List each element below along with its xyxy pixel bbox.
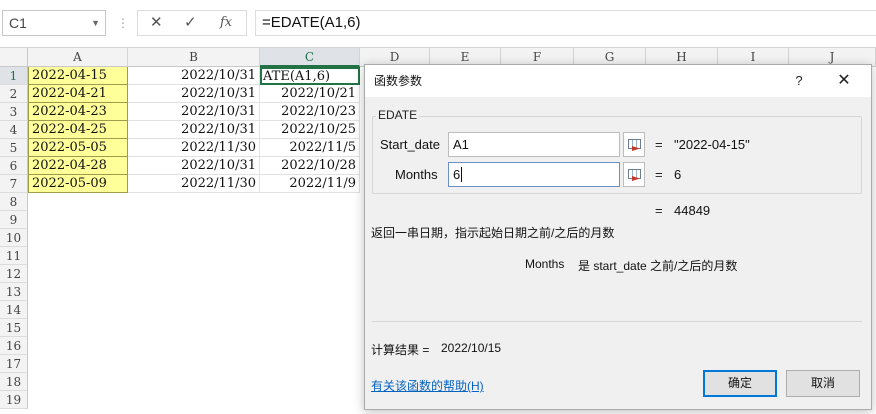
row-header-15[interactable]: 15	[0, 319, 28, 337]
function-description: 返回一串日期，指示起始日期之前/之后的月数	[371, 226, 615, 240]
dialog-titlebar[interactable]: 函数参数 ? ✕	[365, 65, 871, 97]
name-box[interactable]: C1 ▼	[2, 10, 106, 36]
cell-c5[interactable]: 2022/11/5	[260, 139, 360, 157]
cell-a5[interactable]: 2022-05-05	[28, 139, 128, 157]
start-date-input[interactable]: A1	[448, 132, 620, 157]
insert-function-icon[interactable]: fx	[220, 11, 232, 35]
cell-b1[interactable]: 2022/10/31	[128, 67, 260, 85]
cell-a6[interactable]: 2022-04-28	[28, 157, 128, 175]
column-header-b[interactable]: B	[128, 48, 260, 67]
cell-b4[interactable]: 2022/10/31	[128, 121, 260, 139]
row-header-17[interactable]: 17	[0, 355, 28, 373]
close-icon[interactable]: ✕	[833, 65, 855, 97]
cell-b6[interactable]: 2022/10/31	[128, 157, 260, 175]
cell-b5[interactable]: 2022/11/30	[128, 139, 260, 157]
calc-result-label: 计算结果 =	[371, 343, 430, 357]
row-header-6[interactable]: 6	[0, 157, 28, 175]
row-header-12[interactable]: 12	[0, 265, 28, 283]
row-header-9[interactable]: 9	[0, 211, 28, 229]
cancel-icon[interactable]: ✕	[150, 11, 163, 35]
row-header-3[interactable]: 3	[0, 103, 28, 121]
arg-label-months: Months	[395, 167, 438, 182]
row-header-10[interactable]: 10	[0, 229, 28, 247]
row-header-13[interactable]: 13	[0, 283, 28, 301]
arg-label-start-date: Start_date	[380, 137, 440, 152]
dialog-title: 函数参数	[374, 74, 423, 88]
row-header-19[interactable]: 19	[0, 391, 28, 409]
formula-input[interactable]: =EDATE(A1,6)	[255, 10, 876, 36]
text-caret	[461, 167, 463, 182]
cell-a7[interactable]: 2022-05-09	[28, 175, 128, 193]
row-header-5[interactable]: 5	[0, 139, 28, 157]
row-header-4[interactable]: 4	[0, 121, 28, 139]
cancel-button[interactable]: 取消	[786, 370, 860, 397]
formula-buttons: ✕ ✓ fx	[137, 10, 247, 36]
column-header-c[interactable]: C	[260, 48, 360, 67]
check-icon[interactable]: ✓	[184, 11, 197, 35]
overall-equals: =	[655, 203, 663, 218]
formula-bar: C1 ▼ ⋮ ✕ ✓ fx =EDATE(A1,6)	[0, 0, 876, 48]
cell-c7[interactable]: 2022/11/9	[260, 175, 360, 193]
cell-c3[interactable]: 2022/10/23	[260, 103, 360, 121]
ok-button[interactable]: 确定	[703, 370, 777, 397]
cell-c4[interactable]: 2022/10/25	[260, 121, 360, 139]
start-date-result: "2022-04-15"	[674, 137, 750, 152]
cell-a4[interactable]: 2022-04-25	[28, 121, 128, 139]
divider	[372, 321, 862, 322]
arg-help-name: Months	[525, 257, 565, 271]
calc-result-value: 2022/10/15	[441, 341, 502, 355]
drag-handle-icon[interactable]: ⋮	[117, 10, 129, 36]
collapse-range-button[interactable]	[623, 162, 645, 187]
months-value: 6	[453, 167, 461, 182]
overall-result: 44849	[674, 203, 711, 218]
row-header-7[interactable]: 7	[0, 175, 28, 193]
row-header-18[interactable]: 18	[0, 373, 28, 391]
cell-a1[interactable]: 2022-04-15	[28, 67, 128, 85]
cell-b2[interactable]: 2022/10/31	[128, 85, 260, 103]
cell-b3[interactable]: 2022/10/31	[128, 103, 260, 121]
function-help-link[interactable]: 有关该函数的帮助(H)	[371, 377, 484, 394]
row-header-1[interactable]: 1	[0, 67, 28, 85]
arg-equals: =	[655, 167, 663, 182]
column-header-a[interactable]: A	[28, 48, 128, 67]
arg-equals: =	[655, 137, 663, 152]
cell-b7[interactable]: 2022/11/30	[128, 175, 260, 193]
collapse-range-button[interactable]	[623, 132, 645, 157]
chevron-down-icon[interactable]: ▼	[91, 11, 100, 35]
cell-c2[interactable]: 2022/10/21	[260, 85, 360, 103]
row-header-8[interactable]: 8	[0, 193, 28, 211]
months-input[interactable]: 6	[448, 162, 620, 187]
row-header-2[interactable]: 2	[0, 85, 28, 103]
name-box-value: C1	[9, 15, 27, 31]
cell-a2[interactable]: 2022-04-21	[28, 85, 128, 103]
cell-c6[interactable]: 2022/10/28	[260, 157, 360, 175]
row-header-16[interactable]: 16	[0, 337, 28, 355]
arg-help-text: 是 start_date 之前/之后的月数	[578, 259, 738, 273]
select-all-corner[interactable]	[0, 48, 28, 67]
months-result: 6	[674, 167, 682, 182]
start-date-value: A1	[453, 137, 469, 152]
cell-a3[interactable]: 2022-04-23	[28, 103, 128, 121]
help-icon[interactable]: ?	[789, 65, 809, 97]
cell-c1[interactable]: ATE(A1,6)	[260, 67, 360, 85]
function-arguments-dialog: 函数参数 ? ✕ EDATE Start_date A1 = "2022-04-…	[364, 64, 872, 410]
function-name: EDATE	[376, 108, 420, 122]
row-header-14[interactable]: 14	[0, 301, 28, 319]
row-header-11[interactable]: 11	[0, 247, 28, 265]
